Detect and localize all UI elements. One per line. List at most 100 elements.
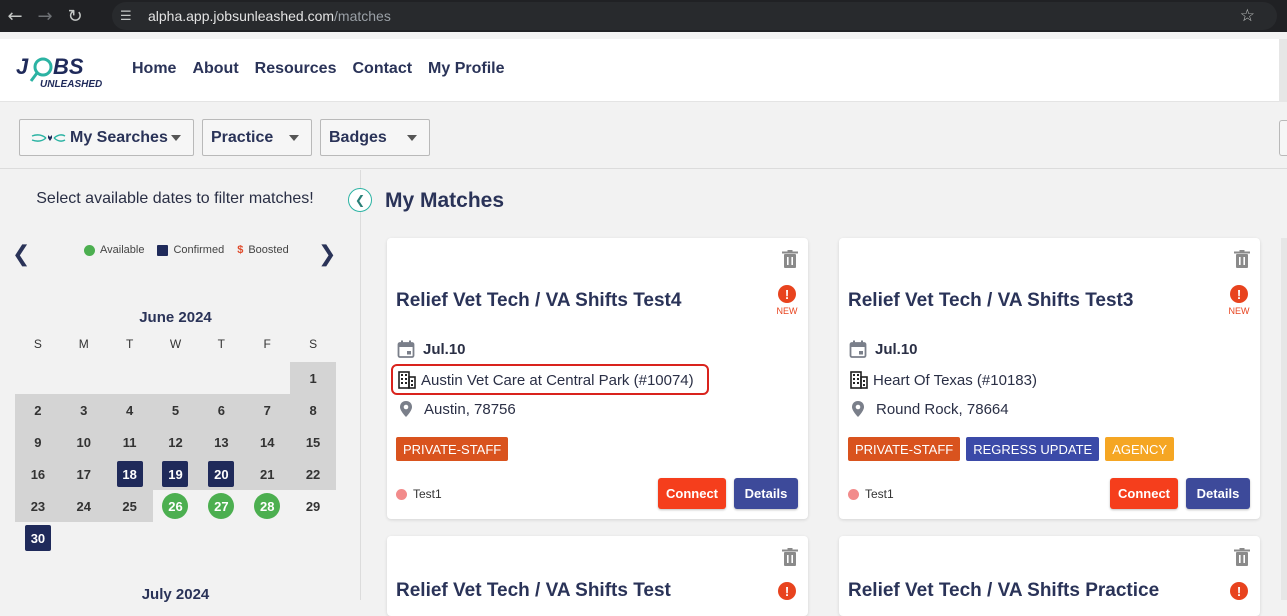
calendar-day[interactable]: 1: [290, 362, 336, 394]
calendar-day[interactable]: 25: [106, 490, 153, 522]
calendar-icon: [849, 340, 867, 358]
calendar-day[interactable]: 24: [60, 490, 107, 522]
calendar-day-number: 17: [76, 466, 91, 482]
match-practice-text: Austin Vet Care at Central Park (#10074): [421, 371, 694, 389]
calendar-day[interactable]: 21: [244, 458, 291, 490]
calendar-day-number: 16: [30, 466, 46, 482]
calendar-day[interactable]: 28: [244, 490, 290, 522]
svg-text:J: J: [16, 54, 29, 79]
match-title[interactable]: Relief Vet Tech / VA Shifts Test4: [396, 290, 681, 312]
calendar-day[interactable]: 8: [290, 394, 336, 426]
weekday-label: T: [125, 337, 134, 351]
calendar-day[interactable]: 9: [15, 426, 61, 458]
calendar-day-number: 8: [309, 402, 317, 418]
trash-icon[interactable]: [782, 250, 798, 268]
nav-home[interactable]: Home: [132, 60, 176, 78]
month-title-june: June 2024: [139, 309, 212, 326]
connect-button[interactable]: Connect: [658, 478, 726, 509]
calendar-prev-icon[interactable]: ❮: [12, 242, 30, 267]
address-bar[interactable]: ☰ alpha.app.jobsunleashed.com/matches ☆: [112, 2, 1277, 30]
calendar-day[interactable]: 20: [198, 458, 245, 490]
tag-agency: AGENCY: [1105, 437, 1175, 461]
collapse-sidebar-icon[interactable]: ❮: [348, 188, 372, 212]
new-label: NEW: [776, 306, 798, 316]
calendar-grid-june: 1 2 3 4 5 6 7 8 9 10 11 12 13 14 15 16 17 18 19 20 21 22 23 24 2…: [15, 362, 336, 554]
calendar-day[interactable]: 12: [152, 426, 199, 458]
calendar-day-number: 2: [34, 402, 42, 418]
calendar-day[interactable]: 4: [106, 394, 153, 426]
page-scrollbar[interactable]: [1279, 39, 1287, 102]
jobs-unleashed-logo[interactable]: J BS UNLEASHED: [16, 52, 108, 90]
calendar-day[interactable]: 3: [60, 394, 107, 426]
nav-about[interactable]: About: [192, 60, 238, 78]
status-indicator: Test1: [848, 487, 894, 501]
building-icon: [398, 371, 416, 389]
calendar-day[interactable]: 26: [153, 490, 199, 522]
connect-button[interactable]: Connect: [1110, 478, 1178, 509]
badges-label: Badges: [329, 128, 387, 146]
calendar-day-number: 27: [208, 493, 235, 519]
weekday-label: S: [33, 337, 42, 351]
calendar-day[interactable]: 18: [106, 458, 153, 490]
trash-icon[interactable]: [1234, 250, 1250, 268]
practice-dropdown[interactable]: Practice: [202, 119, 312, 156]
match-practice: Austin Vet Care at Central Park (#10074): [397, 371, 694, 389]
details-button[interactable]: Details: [734, 478, 798, 509]
calendar-day: [198, 362, 244, 394]
match-title[interactable]: Relief Vet Tech / VA Shifts Test: [396, 580, 671, 602]
calendar-day[interactable]: 17: [60, 458, 107, 490]
nav-resources[interactable]: Resources: [255, 60, 337, 78]
chevron-down-icon: [171, 135, 181, 141]
calendar-day-number: 6: [217, 402, 225, 418]
weekday-header: S M T W T F S: [15, 337, 336, 351]
filter-bar: My Searches Practice Badges: [0, 103, 1287, 169]
back-arrow-icon[interactable]: ←: [0, 1, 30, 31]
offscreen-filter-control[interactable]: [1279, 120, 1287, 156]
calendar-day: [15, 362, 61, 394]
calendar-next-icon[interactable]: ❯: [318, 242, 336, 267]
forward-arrow-icon[interactable]: →: [30, 1, 60, 31]
calendar-day[interactable]: 2: [15, 394, 61, 426]
calendar-day[interactable]: 19: [152, 458, 199, 490]
badges-dropdown[interactable]: Badges: [320, 119, 430, 156]
calendar-day[interactable]: 22: [290, 458, 336, 490]
match-title[interactable]: Relief Vet Tech / VA Shifts Practice: [848, 580, 1159, 602]
available-dot-icon: [84, 244, 95, 256]
alert-icon: !: [1230, 285, 1248, 303]
calendar-day[interactable]: 16: [15, 458, 61, 490]
details-button[interactable]: Details: [1186, 478, 1250, 509]
site-info-icon[interactable]: ☰: [120, 9, 140, 24]
calendar-day[interactable]: 13: [198, 426, 245, 458]
nav-my-profile[interactable]: My Profile: [428, 60, 504, 78]
offscreen-card-edge: [1281, 238, 1287, 600]
paw-searches-icon: [31, 133, 66, 142]
alert-icon: !: [1230, 582, 1248, 600]
my-searches-dropdown[interactable]: My Searches: [19, 119, 194, 156]
calendar-legend: Available Confirmed $ Boosted: [84, 244, 289, 256]
nav-contact[interactable]: Contact: [352, 60, 412, 78]
boosted-dollar-icon: $: [237, 244, 244, 256]
trash-icon[interactable]: [782, 548, 798, 566]
tag-list: PRIVATE-STAFF: [396, 437, 509, 461]
bookmark-star-icon[interactable]: ☆: [1240, 6, 1255, 26]
trash-icon[interactable]: [1234, 548, 1250, 566]
calendar-day[interactable]: 14: [244, 426, 291, 458]
calendar-day: [61, 362, 107, 394]
calendar-day[interactable]: 23: [15, 490, 61, 522]
chevron-down-icon: [289, 135, 299, 141]
weekday-label: F: [263, 337, 271, 351]
match-title[interactable]: Relief Vet Tech / VA Shifts Test3: [848, 290, 1133, 312]
calendar-day-number: 13: [214, 434, 229, 450]
calendar-day-number: 22: [305, 466, 321, 482]
calendar-day[interactable]: 30: [15, 522, 61, 554]
calendar-day[interactable]: 10: [60, 426, 107, 458]
calendar-day[interactable]: 15: [290, 426, 336, 458]
reload-icon[interactable]: ↻: [60, 1, 90, 31]
calendar-day[interactable]: 27: [198, 490, 244, 522]
calendar-day[interactable]: 7: [244, 394, 291, 426]
calendar-day[interactable]: 29: [290, 490, 336, 522]
calendar-day-number: 28: [254, 493, 281, 519]
calendar-day[interactable]: 6: [198, 394, 245, 426]
calendar-day[interactable]: 11: [106, 426, 153, 458]
calendar-day[interactable]: 5: [152, 394, 199, 426]
